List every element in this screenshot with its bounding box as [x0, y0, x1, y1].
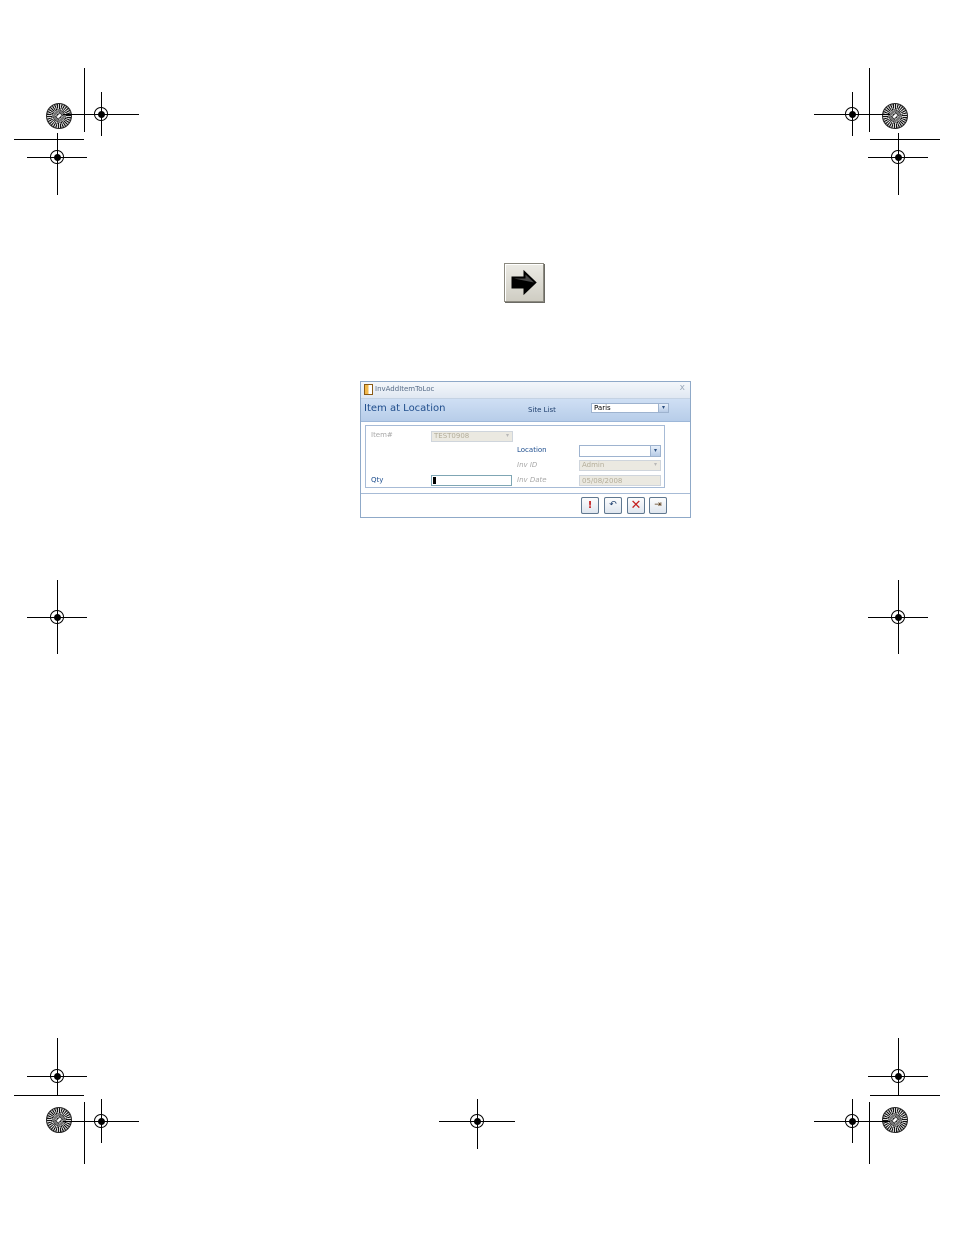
window-title: InvAddItemToLoc — [375, 385, 435, 393]
item-combo[interactable]: TEST0908 ▾ — [431, 431, 513, 442]
run-button[interactable]: ! — [581, 497, 599, 514]
registration-target-icon — [868, 133, 928, 195]
footer-divider — [361, 493, 690, 494]
item-value: TEST0908 — [434, 432, 470, 440]
detail-section: Item# TEST0908 ▾ Location ▾ Inv ID Admin… — [365, 425, 665, 488]
site-list-value: Paris — [594, 404, 611, 412]
chevron-down-icon[interactable]: ▾ — [502, 432, 512, 440]
inv-id-combo[interactable]: Admin ▾ — [579, 460, 661, 471]
exit-button[interactable]: ⇥ — [649, 497, 667, 514]
registration-star-icon — [882, 103, 908, 129]
location-combo[interactable]: ▾ — [579, 445, 661, 457]
registration-target-icon — [63, 92, 139, 136]
registration-target-icon — [27, 580, 87, 654]
chevron-down-icon[interactable]: ▾ — [658, 404, 668, 412]
inv-date-value: 05/08/2008 — [582, 477, 623, 485]
registration-target-icon — [868, 1038, 928, 1096]
registration-star-icon — [46, 1107, 72, 1133]
exclamation-icon: ! — [587, 500, 593, 511]
registration-target-icon — [27, 1038, 87, 1096]
delete-button[interactable]: ✕ — [627, 497, 645, 514]
text-cursor — [433, 477, 436, 484]
site-list-combo[interactable]: Paris ▾ — [591, 403, 669, 413]
undo-button[interactable]: ↶ — [604, 497, 622, 514]
title-bar: InvAddItemToLoc x — [361, 382, 690, 399]
inv-date-input[interactable]: 05/08/2008 — [579, 475, 661, 486]
chevron-down-icon[interactable]: ▾ — [650, 446, 660, 456]
inv-id-label: Inv ID — [517, 461, 538, 469]
form-header: Item at Location Site List Paris ▾ — [361, 399, 690, 422]
qty-input[interactable] — [431, 475, 512, 486]
location-label: Location — [517, 446, 547, 454]
item-label: Item# — [371, 431, 393, 439]
registration-target-icon — [439, 1099, 515, 1149]
registration-target-icon — [63, 1099, 139, 1143]
undo-icon: ↶ — [609, 500, 617, 510]
registration-target-icon — [814, 1099, 890, 1143]
exit-door-icon: ⇥ — [654, 500, 662, 510]
form-icon — [364, 384, 373, 395]
site-list-label: Site List — [528, 406, 556, 414]
inv-date-label: Inv Date — [517, 476, 547, 484]
registration-star-icon — [46, 103, 72, 129]
form-title: Item at Location — [364, 403, 446, 414]
delete-x-icon: ✕ — [630, 498, 642, 513]
registration-target-icon — [27, 133, 87, 195]
inv-id-value: Admin — [582, 461, 605, 469]
registration-target-icon — [814, 92, 890, 136]
qty-label: Qty — [371, 476, 384, 484]
close-icon[interactable]: x — [680, 383, 685, 393]
registration-target-icon — [868, 580, 928, 654]
chevron-down-icon[interactable]: ▾ — [650, 461, 660, 469]
registration-star-icon — [882, 1107, 908, 1133]
right-arrow-icon — [504, 263, 544, 302]
inv-add-item-form-window: InvAddItemToLoc x Item at Location Site … — [360, 381, 691, 518]
